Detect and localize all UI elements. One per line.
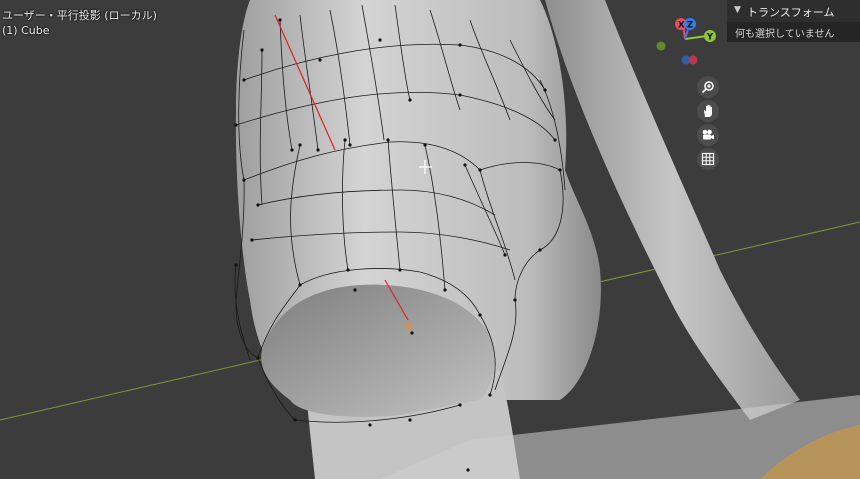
transform-panel-header[interactable]: ▼ トランスフォーム: [727, 0, 860, 22]
svg-text:Y: Y: [706, 32, 714, 42]
3d-viewport[interactable]: [0, 0, 860, 479]
grid-icon: [701, 152, 715, 166]
gizmo-neg-x-axis[interactable]: [688, 55, 698, 65]
camera-icon: [702, 129, 714, 140]
transform-panel: ▼ トランスフォーム 何も選択していません: [727, 0, 860, 42]
zoom-icon: [701, 81, 714, 94]
navigation-gizmo[interactable]: X Z Y: [655, 12, 725, 68]
object-name: (1) Cube: [2, 24, 50, 37]
camera-view-button[interactable]: [697, 124, 719, 146]
perspective-toggle-button[interactable]: [697, 148, 719, 170]
gizmo-neg-y-axis[interactable]: [656, 41, 666, 51]
view-title: ユーザー・平行投影 (ローカル): [2, 9, 157, 22]
empty-selection-message: 何も選択していません: [735, 29, 835, 40]
chevron-down-icon: ▼: [734, 5, 741, 15]
hand-icon: [704, 104, 712, 117]
gizmo-y-axis[interactable]: Y: [704, 30, 716, 42]
pan-button[interactable]: [697, 100, 719, 122]
svg-text:X: X: [678, 20, 685, 30]
gizmo-z-axis[interactable]: Z: [684, 18, 696, 30]
panel-title: トランスフォーム: [747, 6, 835, 19]
zoom-button[interactable]: [697, 76, 719, 98]
svg-text:Z: Z: [687, 20, 694, 30]
